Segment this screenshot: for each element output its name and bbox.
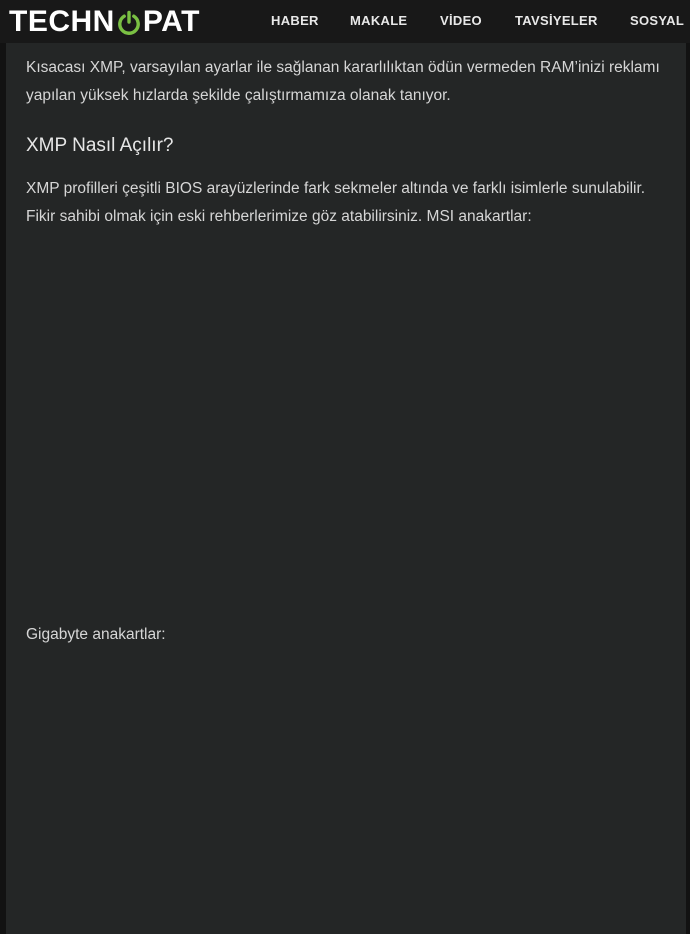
gigabyte-image-placeholder (26, 663, 676, 933)
site-logo[interactable]: TECHN PAT (9, 5, 200, 39)
section-heading: XMP Nasıl Açılır? (26, 135, 174, 156)
msi-image-placeholder (26, 239, 676, 619)
top-navigation-bar: TECHN PAT HABER MAKALE VİDEO TAVSİYELER … (0, 0, 690, 43)
nav-item-haber[interactable]: HABER (271, 13, 319, 28)
power-icon (116, 10, 142, 36)
article-content: Kısacası XMP, varsayılan ayarlar ile sağ… (6, 43, 686, 934)
nav-item-sosyal[interactable]: SOSYAL (630, 13, 684, 28)
gigabyte-label: Gigabyte anakartlar: (26, 626, 166, 643)
nav-item-tavsiyeler[interactable]: TAVSİYELER (515, 13, 598, 28)
logo-text-end: PAT (142, 5, 200, 38)
logo-text-start: TECHN (9, 5, 115, 38)
nav-item-video[interactable]: VİDEO (440, 13, 482, 28)
intro-paragraph: Kısacası XMP, varsayılan ayarlar ile sağ… (26, 59, 660, 104)
section-paragraph: XMP profilleri çeşitli BIOS arayüzlerind… (26, 180, 646, 225)
nav-item-makale[interactable]: MAKALE (350, 13, 407, 28)
